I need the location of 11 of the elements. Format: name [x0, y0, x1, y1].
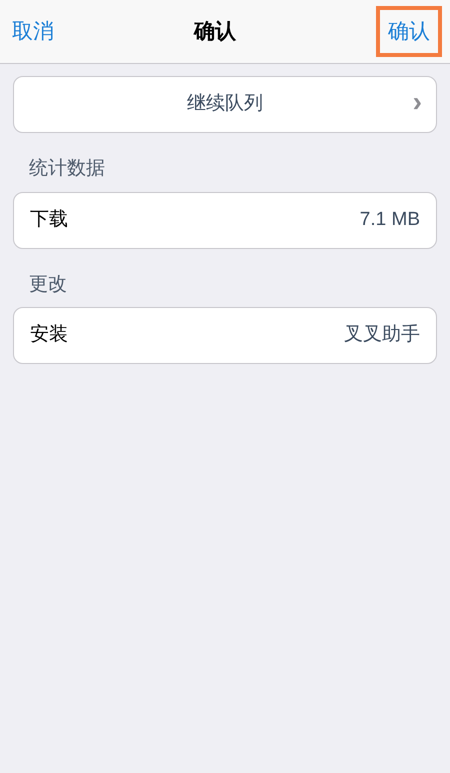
cancel-button[interactable]: 取消: [12, 16, 54, 48]
row-label: 安装: [30, 323, 68, 348]
row-label: 下载: [30, 208, 68, 232]
row-value: 叉叉助手: [344, 323, 420, 348]
chevron-icon: ›: [412, 88, 422, 116]
section-header: 更改: [28, 272, 68, 296]
row-value: 7.1 MB: [360, 208, 420, 232]
continue-queue-button[interactable]: 继续队列 ›: [13, 76, 437, 133]
confirm-button[interactable]: 确认: [376, 6, 442, 58]
nav-title: 确认: [194, 18, 236, 45]
section-header: 统计数据: [28, 157, 106, 181]
